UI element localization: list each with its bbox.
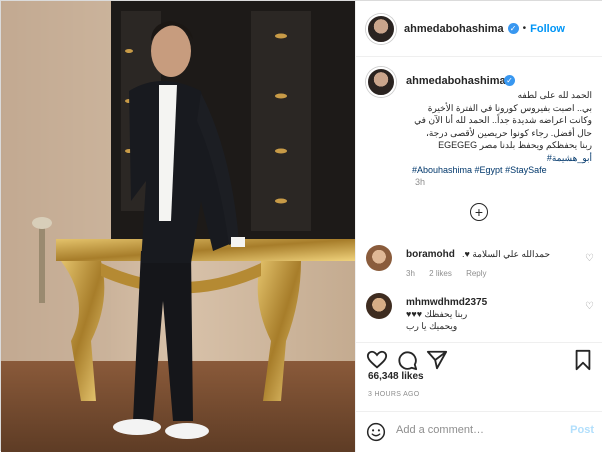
post-side-panel: ahmedabohashima ✓ • Follow ahmedabohashi… [355, 1, 602, 452]
caption-username[interactable]: ahmedabohashima [406, 75, 506, 87]
post-header: ahmedabohashima ✓ • Follow [356, 1, 602, 57]
comment-text-line2: ويحميك يا رب [406, 321, 458, 331]
comment-input[interactable] [396, 424, 556, 436]
comment-username[interactable]: mhmwdhmd2375 [406, 297, 487, 308]
commenter-avatar[interactable] [366, 293, 392, 319]
heart-outline-icon[interactable]: ♡ [585, 301, 594, 312]
post-comment-button[interactable]: Post [570, 424, 594, 436]
comment-reply-button[interactable]: Reply [466, 269, 486, 278]
caption-mention[interactable]: أبو_هشيمة# [412, 152, 592, 165]
caption-hashtags[interactable]: #Abouhashima #Egypt #StaySafe [412, 164, 592, 177]
comment-username[interactable]: boramohd [406, 249, 455, 260]
instagram-post: ahmedabohashima ✓ • Follow ahmedabohashi… [0, 0, 602, 452]
verified-badge-icon: ✓ [507, 23, 519, 34]
caption-line: حال أفضل. رجاء كونوا حريصين لأقصى درجة، [425, 127, 592, 138]
caption-line: بي.. اصبت بفيروس كورونا في الفترة الأخير… [427, 102, 592, 113]
comment-text: ربنا يحفظك ♥♥♥ [406, 309, 468, 319]
add-comment-bar: Post [356, 411, 602, 452]
smile-icon[interactable] [366, 422, 386, 442]
comment-time[interactable]: 3h [406, 269, 415, 278]
bookmark-icon[interactable] [572, 349, 594, 371]
heart-outline-icon[interactable]: ♡ [585, 253, 594, 264]
comment-likes[interactable]: 2 likes [429, 269, 452, 278]
plus-circle-icon[interactable]: + [470, 203, 488, 221]
post-photo[interactable] [1, 1, 355, 452]
likes-count[interactable]: 66,348 likes [368, 371, 424, 382]
commenter-avatar[interactable] [366, 245, 392, 271]
follow-button[interactable]: Follow [530, 23, 565, 35]
caption-text: الحمد لله على لطفه بي.. اصبت بفيروس كورو… [412, 89, 592, 177]
separator-dot: • [522, 23, 527, 34]
caption-line: ربنا يحفظكم ويحفظ بلدنا مصر EGEGEG [438, 140, 592, 150]
heart-icon[interactable] [366, 349, 388, 371]
posted-time[interactable]: 3 HOURS AGO [368, 391, 420, 398]
caption-time[interactable]: 3h [415, 177, 425, 187]
author-avatar[interactable] [366, 13, 396, 44]
caption-line: وكانت اعراضه شديدة جداً.. الحمد لله أنا … [414, 115, 592, 125]
verified-badge-icon: ✓ [504, 75, 515, 86]
caption-avatar[interactable] [366, 67, 396, 97]
comment-meta: 3h 2 likes Reply [406, 269, 499, 278]
photo-illustration [1, 1, 355, 452]
caption-line: الحمد لله على لطفه [517, 90, 592, 100]
paper-plane-icon[interactable] [426, 349, 448, 371]
comment-text: حمدالله علي السلامة ♥. [462, 249, 551, 259]
author-username[interactable]: ahmedabohashima [404, 23, 504, 35]
comment-icon[interactable] [396, 349, 418, 371]
